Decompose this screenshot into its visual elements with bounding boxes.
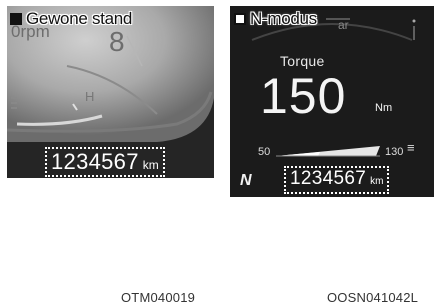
normal-mode-cluster-image: 0rpm 8 H 1234567 km xyxy=(7,6,214,178)
odometer-display-n: 1234567 km xyxy=(284,166,390,194)
odometer-value-n: 1234567 xyxy=(290,168,367,189)
torque-value: 150 xyxy=(260,68,347,124)
torque-unit: Nm xyxy=(375,102,393,114)
normal-mode-label: Gewone stand xyxy=(10,9,132,29)
temp-h-label: H xyxy=(85,89,95,104)
temp-scale-max: 130 xyxy=(385,146,404,158)
empty-square-icon xyxy=(234,13,246,25)
n-mode-text: N-modus xyxy=(250,9,317,28)
filled-square-icon xyxy=(10,13,22,25)
image-code-left: OTM040019 xyxy=(121,290,196,305)
odometer-unit: km xyxy=(142,158,159,172)
coolant-temp-icon: ≡ xyxy=(407,140,415,155)
normal-mode-text: Gewone stand xyxy=(26,9,133,28)
odometer-unit-n: km xyxy=(370,176,384,187)
n-mode-cluster-image: ar Torque 150 Nm 50 130 ≡ N 1234567 km xyxy=(230,6,434,197)
odometer-value: 1234567 xyxy=(51,149,139,174)
temp-scale-min: 50 xyxy=(258,146,271,158)
odometer-display: 1234567 km xyxy=(45,147,165,177)
n-logo: N xyxy=(240,172,252,189)
image-code-right: OOSN041042L xyxy=(327,290,419,305)
header-fragment: ar xyxy=(338,18,349,32)
tach-digit: 8 xyxy=(109,26,125,57)
n-mode-label: N-modus xyxy=(234,9,317,29)
